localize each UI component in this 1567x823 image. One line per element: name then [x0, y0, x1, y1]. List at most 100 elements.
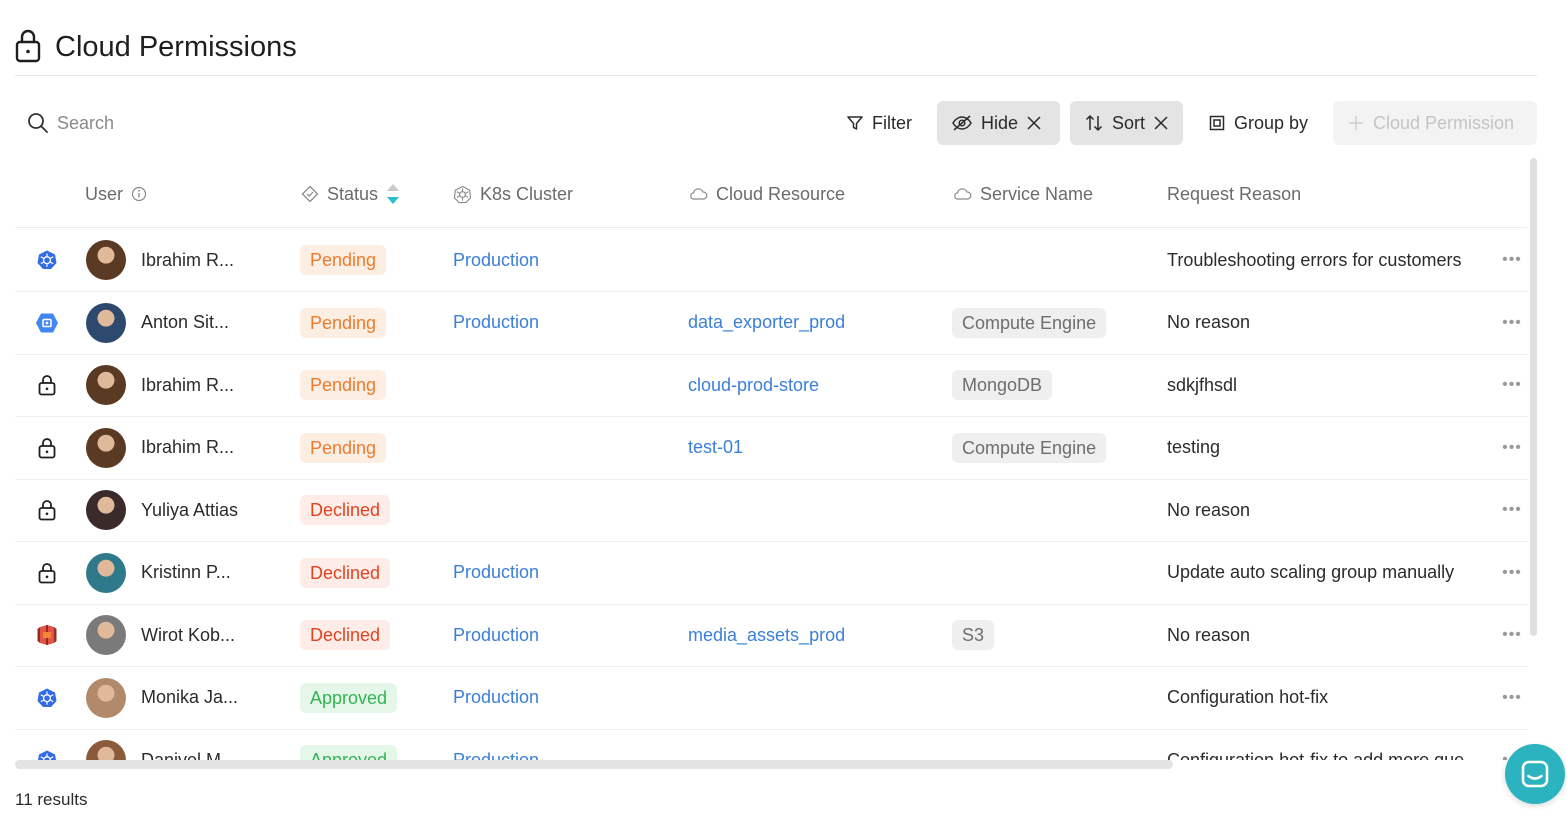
table-row[interactable]: Ibrahim R... Pending Production Troubleshoo…	[15, 229, 1527, 292]
user-name[interactable]: Anton Sit...	[141, 292, 229, 354]
cloud-resource-link[interactable]: cloud-prod-store	[688, 354, 819, 416]
cloud-resource-link[interactable]: data_exporter_prod	[688, 292, 845, 354]
request-reason: testing	[1167, 437, 1221, 457]
kubernetes-icon	[453, 185, 472, 203]
lock-icon	[35, 354, 59, 416]
cloud-icon	[690, 188, 708, 200]
filter-button[interactable]: Filter	[832, 101, 926, 145]
user-name[interactable]: Ibrahim R...	[141, 229, 234, 291]
user-name[interactable]: Wirot Kob...	[141, 604, 235, 666]
sort-label: Sort	[1112, 112, 1146, 133]
more-actions-icon[interactable]: •••	[1502, 542, 1522, 604]
sort-icon	[1085, 114, 1103, 132]
k8s-cluster-link[interactable]: Production	[453, 604, 539, 666]
status-badge: Approved	[300, 682, 398, 713]
column-header-cloud-resource[interactable]: Cloud Resource	[688, 160, 845, 228]
chat-icon	[1521, 760, 1549, 788]
user-name[interactable]: Ibrahim R...	[141, 354, 234, 416]
avatar	[86, 240, 126, 280]
avatar	[86, 615, 126, 655]
table-row[interactable]: Anton Sit... Pending Production data_export…	[15, 292, 1527, 355]
lock-icon	[35, 542, 59, 604]
add-cloud-permission-button[interactable]: Cloud Permission	[1333, 101, 1537, 145]
more-actions-icon[interactable]: •••	[1502, 229, 1522, 291]
service-name-chip: Compute Engine	[952, 307, 1107, 338]
chat-launcher-button[interactable]	[1505, 744, 1565, 804]
k8s-cluster-link[interactable]: Production	[453, 729, 539, 761]
more-actions-icon[interactable]: •••	[1502, 354, 1522, 416]
search-input[interactable]	[57, 112, 357, 134]
request-reason: No reason	[1167, 624, 1251, 645]
user-name[interactable]: Ibrahim R...	[141, 417, 234, 479]
table-header: User Status K8s Cluster Cloud Resource S…	[15, 160, 1527, 228]
results-count: 11 results	[15, 790, 88, 809]
user-name[interactable]: Danivel M...	[141, 729, 236, 761]
more-actions-icon[interactable]: •••	[1502, 604, 1522, 666]
table-row[interactable]: Danivel M... Approved Production Configurat…	[15, 729, 1527, 760]
avatar	[86, 302, 126, 343]
page-header: Cloud Permissions	[15, 24, 1537, 76]
hide-button[interactable]: Hide	[937, 101, 1060, 145]
table-row[interactable]: Yuliya Attias Declined No reason •••	[15, 479, 1527, 542]
aws-s3-icon	[35, 604, 59, 666]
lock-icon	[15, 29, 41, 63]
search-box[interactable]	[27, 100, 357, 146]
user-name[interactable]: Monika Ja...	[141, 667, 238, 729]
column-header-k8s-cluster[interactable]: K8s Cluster	[453, 160, 573, 228]
more-actions-icon[interactable]: •••	[1502, 417, 1522, 479]
column-header-status[interactable]: Status	[301, 160, 400, 228]
user-name[interactable]: Kristinn P...	[141, 542, 231, 604]
k8s-cluster-link[interactable]: Production	[453, 229, 539, 291]
cloud-resource-link[interactable]: test-01	[688, 417, 743, 479]
k8s-cluster-link[interactable]: Production	[453, 542, 539, 604]
table-row[interactable]: Kristinn P... Declined Production Update au…	[15, 542, 1527, 605]
hide-label: Hide	[981, 112, 1019, 133]
request-reason: sdkjfhsdl	[1167, 374, 1238, 395]
status-badge: Pending	[300, 307, 387, 338]
more-actions-icon[interactable]: •••	[1502, 667, 1522, 729]
request-reason: Update auto scaling group manually	[1167, 562, 1455, 582]
service-name-chip: MongoDB	[952, 370, 1053, 400]
vertical-scrollbar[interactable]	[1530, 158, 1537, 636]
column-header-user[interactable]: User	[85, 160, 147, 228]
table-row[interactable]: Ibrahim R... Pending test-01 Compute Engine…	[15, 417, 1527, 480]
permissions-table: User Status K8s Cluster Cloud Resource S…	[15, 160, 1527, 760]
status-badge: Declined	[300, 620, 391, 650]
user-name[interactable]: Yuliya Attias	[141, 479, 238, 541]
status-badge: Declined	[300, 495, 391, 525]
toolbar: Filter Hide Sort Group by	[15, 100, 1537, 146]
info-icon	[131, 186, 147, 202]
column-header-request-reason[interactable]: Request Reason	[1167, 160, 1301, 228]
table-row[interactable]: Wirot Kob... Declined Production media_asse…	[15, 604, 1527, 667]
avatar	[86, 740, 126, 760]
close-icon[interactable]	[1026, 115, 1042, 131]
k8s-cluster-link[interactable]: Production	[453, 667, 539, 729]
status-badge: Declined	[300, 557, 391, 588]
status-badge: Pending	[300, 245, 387, 275]
more-actions-icon[interactable]: •••	[1502, 292, 1522, 354]
lock-icon	[35, 417, 59, 479]
avatar	[86, 490, 126, 530]
service-name-chip: Compute Engine	[952, 432, 1107, 463]
cloud-resource-link[interactable]: media_assets_prod	[688, 604, 845, 666]
k8s-cluster-link[interactable]: Production	[453, 292, 539, 354]
kubernetes-icon	[35, 667, 59, 729]
filter-icon	[847, 116, 863, 130]
eye-off-icon	[952, 115, 972, 131]
horizontal-scrollbar[interactable]	[15, 760, 1173, 769]
status-icon	[301, 185, 319, 203]
sort-button[interactable]: Sort	[1070, 101, 1183, 145]
filter-label: Filter	[872, 112, 912, 133]
column-header-service-name[interactable]: Service Name	[952, 160, 1093, 228]
service-name-chip: S3	[952, 620, 995, 650]
page-title: Cloud Permissions	[55, 31, 297, 63]
table-row[interactable]: Ibrahim R... Pending cloud-prod-store Mongo…	[15, 354, 1527, 417]
table-row[interactable]: Monika Ja... Approved Production Configurat…	[15, 667, 1527, 730]
sort-indicator-icon[interactable]	[386, 182, 400, 206]
group-icon	[1209, 115, 1225, 131]
group-by-button[interactable]: Group by	[1194, 101, 1322, 145]
status-badge: Pending	[300, 432, 387, 463]
status-badge: Pending	[300, 370, 387, 400]
more-actions-icon[interactable]: •••	[1502, 479, 1522, 541]
close-icon[interactable]	[1153, 115, 1169, 131]
